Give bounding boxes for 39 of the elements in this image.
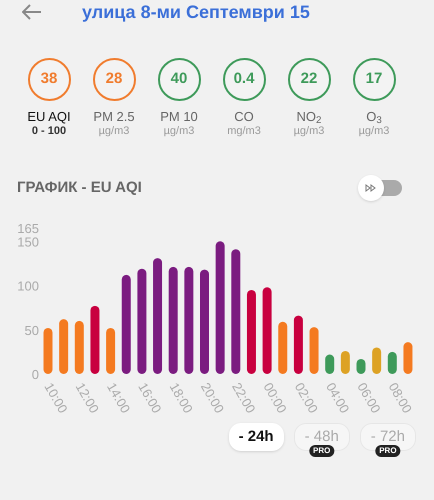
fast-forward-icon <box>365 184 377 192</box>
forecast-toggle[interactable] <box>358 175 402 201</box>
pollutant-label: PM 10 <box>160 109 198 126</box>
pollutant-label: EU AQI <box>27 109 71 126</box>
back-arrow-icon[interactable] <box>22 4 42 20</box>
pro-badge: PRO <box>375 445 401 457</box>
y-tick-label: 150 <box>17 234 39 250</box>
bar <box>403 342 412 374</box>
bar <box>340 351 350 374</box>
y-tick-label: 165 <box>17 221 39 236</box>
bar <box>74 320 84 374</box>
pro-badge: PRO <box>309 445 334 457</box>
unit-label: 0 - 100 <box>32 125 66 139</box>
chart-title: ГРАФИК - EU AQI <box>17 178 142 198</box>
bar <box>59 319 68 374</box>
pollutant-label: NO$_{2}$ <box>296 109 322 126</box>
bar <box>278 322 288 374</box>
y-tick-label: 0 <box>32 367 39 382</box>
bar <box>44 328 52 374</box>
bar <box>90 306 100 374</box>
bar <box>294 316 303 374</box>
bar <box>388 352 397 374</box>
bar <box>310 327 319 374</box>
unit-label: µg/m3 <box>164 125 194 139</box>
unit-label: µg/m3 <box>294 125 324 139</box>
range-button[interactable]: - 24h <box>228 423 284 451</box>
bar <box>372 347 382 374</box>
unit-label: mg/m3 <box>227 125 261 139</box>
y-tick-label: 50 <box>24 322 39 338</box>
unit-label: µg/m3 <box>358 125 390 139</box>
bar <box>325 354 334 374</box>
y-tick-label: 100 <box>17 278 39 294</box>
bar <box>356 358 366 374</box>
pollutant-label: CO <box>234 109 254 126</box>
unit-label: µg/m3 <box>98 125 130 139</box>
pollutant-label: PM 2.5 <box>93 109 135 126</box>
bar <box>106 328 116 374</box>
pollutant-label: O$_{3}$ <box>366 109 382 126</box>
page-title: улица 8-ми Септември 15 <box>82 3 310 21</box>
